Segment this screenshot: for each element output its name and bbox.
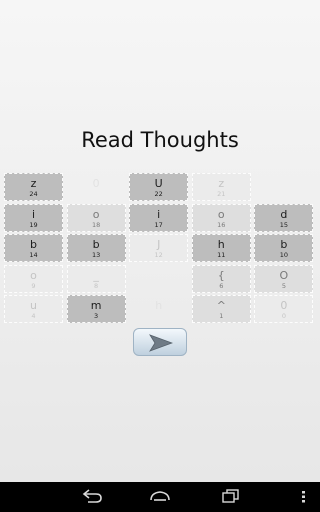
grid-cell[interactable]: {6: [191, 264, 251, 293]
grid-cell[interactable]: b 10: [254, 234, 314, 262]
next-button[interactable]: [133, 328, 187, 356]
grid-cell-symbol: 0: [92, 177, 100, 190]
grid-cell-symbol: [130, 266, 187, 269]
grid-cell-number: 9: [31, 281, 36, 290]
grid-cell-number: 3: [94, 312, 99, 320]
grid-cell-number: 22: [154, 190, 163, 198]
grid-cell-number: 24: [29, 190, 38, 198]
grid-cell[interactable]: h 11: [191, 234, 251, 262]
grid-cell-number: 4: [31, 312, 36, 320]
grid-cell-number: 11: [217, 251, 226, 259]
grid-cell-symbol: b: [280, 238, 288, 251]
back-icon[interactable]: [82, 488, 104, 504]
grid-cell[interactable]: m3: [66, 295, 126, 323]
grid-cell-number: 14: [29, 251, 38, 259]
grid-cell-number: 1: [219, 312, 224, 320]
grid-cell[interactable]: z 21: [191, 173, 251, 201]
grid-cell-symbol: _: [93, 268, 99, 282]
grid-cell-symbol: z: [30, 177, 37, 190]
page-title: Read Thoughts: [81, 128, 239, 152]
grid-cell-number: 18: [91, 220, 101, 229]
grid-cell[interactable]: i 19: [4, 203, 63, 232]
grid-cell-symbol: b: [92, 238, 100, 251]
grid-cell[interactable]: i 17: [129, 203, 189, 232]
grid-cell-symbol: O: [279, 268, 289, 282]
grid-cell-symbol: z: [218, 177, 225, 190]
navigation-bar: [0, 482, 320, 512]
grid-cell[interactable]: o 16: [191, 203, 251, 232]
grid-cell[interactable]: u4: [4, 295, 63, 323]
grid-cell-symbol: o: [217, 207, 225, 221]
grid-cell-number: 15: [279, 220, 289, 229]
grid-cell[interactable]: d 15: [254, 203, 314, 232]
grid-cell-symbol: o: [30, 268, 37, 282]
grid-cell[interactable]: 0: [67, 173, 126, 201]
grid-cell-number: 12: [154, 251, 163, 259]
grid-cell-symbol: U: [154, 177, 163, 190]
grid-cell-symbol: J: [157, 238, 161, 251]
grid-cell[interactable]: U 22: [129, 173, 189, 201]
grid-cell-symbol: 0: [280, 299, 288, 312]
grid-cell-number: 17: [154, 220, 163, 229]
grid-cell-number: 19: [29, 220, 38, 229]
grid-cell[interactable]: _ 8: [66, 264, 126, 293]
grid-cell-symbol: u: [30, 299, 37, 312]
home-icon[interactable]: [149, 488, 171, 504]
recents-icon[interactable]: [221, 488, 241, 504]
grid-cell[interactable]: 00: [254, 295, 314, 323]
grid-cell[interactable]: o9: [4, 264, 63, 293]
grid-cell-symbol: b: [30, 238, 37, 251]
grid-cell[interactable]: z 24: [4, 173, 63, 201]
arrow-right-icon: [149, 334, 173, 352]
grid-cell[interactable]: [254, 173, 313, 201]
grid-cell-symbol: ^: [216, 299, 226, 312]
grid-cell-number: 13: [91, 251, 101, 259]
grid-cell-symbol: i: [157, 207, 161, 221]
grid-cell-symbol: d: [280, 207, 288, 221]
grid-cell[interactable]: ^ 1: [191, 295, 251, 323]
grid-cell-number: 0: [281, 312, 286, 320]
grid-cell-number: 21: [217, 190, 226, 198]
grid-cell-symbol: o: [92, 207, 100, 221]
grid-cell-symbol: m: [90, 299, 102, 312]
grid-cell[interactable]: b 14: [4, 234, 63, 262]
grid-cell-number: 10: [279, 251, 289, 259]
grid-cell-symbol: i: [31, 207, 36, 221]
grid-cell[interactable]: [129, 265, 188, 293]
menu-icon[interactable]: [300, 491, 308, 503]
grid-cell-symbol: {: [217, 268, 225, 282]
symbol-grid: z 24 0 U 22 z 21 i 19 o 18 i 17 o 16 d 15 b 14 b 13 J 12 h 11 b 10…: [4, 173, 316, 325]
grid-cell-number: 5: [281, 281, 286, 290]
grid-cell-number: 16: [217, 220, 226, 229]
grid-cell[interactable]: b 13: [66, 234, 126, 262]
grid-cell-symbol: h: [155, 299, 163, 312]
grid-cell-symbol: [255, 174, 312, 177]
grid-cell[interactable]: o 18: [66, 203, 126, 232]
grid-cell-number: 6: [219, 281, 224, 290]
grid-cell-number: 8: [94, 281, 99, 290]
grid-cell[interactable]: O5: [254, 264, 314, 293]
grid-cell[interactable]: h: [129, 295, 188, 323]
grid-cell-symbol: h: [217, 238, 225, 251]
grid-cell[interactable]: J 12: [129, 234, 189, 262]
